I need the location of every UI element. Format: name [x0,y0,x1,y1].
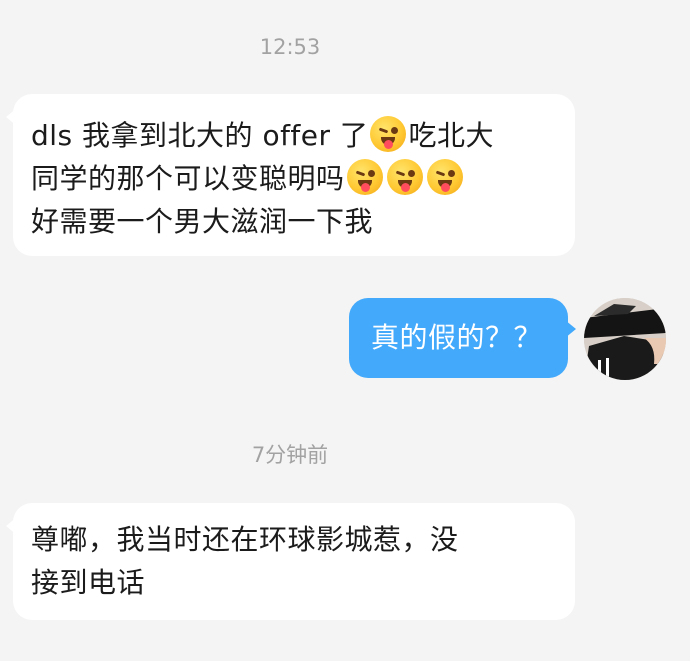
message-text: 同学的那个可以变聪明吗 [31,162,345,195]
message-text: 吃北大 [408,119,494,152]
message-text: 真的假的？？ [371,321,543,354]
message-line: 尊嘟，我当时还在环球影城惹，没 [31,523,459,556]
zany-face-emoji-icon [346,159,383,195]
message-line: 同学的那个可以变聪明吗 [31,157,559,200]
user-avatar[interactable] [584,298,666,380]
chat-screen: 12:53 dls 我拿到北大的 offer 了 吃北大 同学的那个可以变聪明吗 … [0,0,690,661]
timestamp: 7分钟前 [251,443,329,467]
outgoing-message-bubble[interactable]: 真的假的？？ [349,298,576,378]
zany-face-emoji-icon [386,159,423,195]
message-line: 接到电话 [31,566,146,599]
zany-face-emoji-icon [426,159,463,195]
zany-face-emoji-icon [370,116,407,152]
timestamp: 12:53 [259,35,321,59]
incoming-message-bubble[interactable]: dls 我拿到北大的 offer 了 吃北大 同学的那个可以变聪明吗 好需要一个男… [6,94,575,256]
message-text: dls 我拿到北大的 offer 了 [31,119,369,152]
message-line: 好需要一个男大滋润一下我 [31,205,374,238]
message-line: dls 我拿到北大的 offer 了 吃北大 [31,114,559,157]
incoming-message-bubble[interactable]: 尊嘟，我当时还在环球影城惹，没 接到电话 [6,503,575,620]
avatar-photo-icon [584,298,666,380]
